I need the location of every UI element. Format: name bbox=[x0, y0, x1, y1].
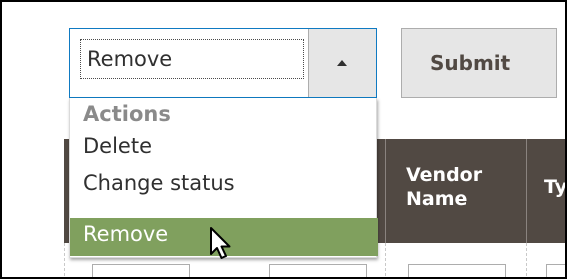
select-toggle-button[interactable] bbox=[308, 29, 376, 97]
mouse-pointer-icon bbox=[210, 227, 231, 259]
caret-up-icon bbox=[337, 60, 347, 66]
filter-input[interactable] bbox=[92, 264, 190, 277]
dropdown-option-delete[interactable]: Delete bbox=[70, 130, 378, 162]
dropdown-option-change-status[interactable]: Change status bbox=[70, 162, 378, 204]
column-header-vendor-name[interactable]: Vendor Name bbox=[406, 163, 516, 211]
column-header-line-2: Name bbox=[406, 188, 468, 210]
column-header-type[interactable]: Ty bbox=[544, 175, 565, 199]
row-separator bbox=[385, 243, 386, 277]
mass-action-select[interactable]: Remove bbox=[69, 28, 377, 98]
column-divider bbox=[526, 139, 527, 243]
row-separator bbox=[526, 243, 527, 277]
filter-input[interactable] bbox=[408, 264, 506, 277]
column-divider bbox=[385, 139, 386, 243]
filter-input[interactable] bbox=[546, 264, 565, 277]
screenshot-frame: Vendor Name Ty Remove Submit Actions Del… bbox=[0, 0, 567, 279]
column-header-line-1: Vendor bbox=[406, 164, 483, 186]
mass-action-selected-value: Remove bbox=[80, 39, 304, 79]
submit-button[interactable]: Submit bbox=[401, 28, 557, 98]
row-separator bbox=[64, 243, 65, 277]
filter-input[interactable] bbox=[269, 264, 367, 277]
dropdown-group-label: Actions bbox=[83, 102, 171, 126]
